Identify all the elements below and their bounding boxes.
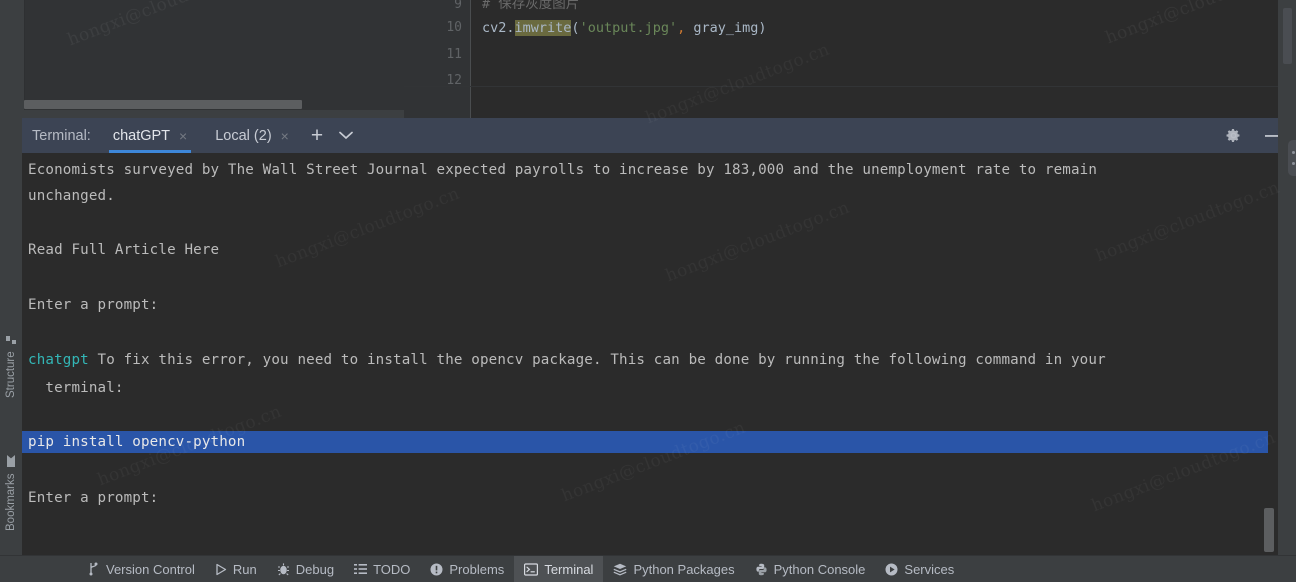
status-item-python-console[interactable]: Python Console <box>745 556 876 582</box>
ide-window: 9 10 11 12 # 保存灰度图片 cv2.imwrite('output.… <box>0 0 1296 582</box>
gear-icon[interactable] <box>1225 127 1242 144</box>
code-token-string: 'output.jpg' <box>579 20 678 36</box>
terminal-icon <box>524 562 539 576</box>
terminal-tab-chatgpt[interactable]: chatGPT × <box>107 118 193 153</box>
status-item-label: Services <box>904 561 955 577</box>
sidebar-item-bookmarks[interactable]: Bookmarks <box>0 438 22 548</box>
line-number: 11 <box>446 47 462 62</box>
terminal-prompt-line: Enter a prompt: <box>28 297 159 313</box>
line-number: 9 <box>454 0 462 12</box>
terminal-line-link: Read Full Article Here <box>28 242 220 258</box>
terminal-tab-local[interactable]: Local (2) × <box>209 118 295 153</box>
terminal-panel-label: Terminal: <box>32 127 91 144</box>
status-item-problems[interactable]: Problems <box>420 556 514 582</box>
add-terminal-icon[interactable]: + <box>311 125 323 146</box>
code-token-object: cv2. <box>482 20 515 36</box>
status-item-services[interactable]: Services <box>875 556 964 582</box>
status-item-label: Python Packages <box>633 561 735 577</box>
status-item-todo[interactable]: TODO <box>344 556 420 582</box>
terminal-prompt-line: Enter a prompt: <box>28 490 159 506</box>
status-item-label: Version Control <box>106 561 195 577</box>
chatgpt-response-text: To fix this error, you need to install t… <box>88 352 1106 368</box>
terminal-tab-label: Local (2) <box>215 127 272 144</box>
close-icon[interactable]: × <box>179 129 187 143</box>
structure-icon <box>6 334 17 345</box>
terminal-chatgpt-response: chatgpt To fix this error, you need to i… <box>28 351 1106 369</box>
warning-icon <box>430 563 443 576</box>
status-item-label: Debug <box>295 561 335 577</box>
status-item-label: Python Console <box>773 561 866 577</box>
stack-icon <box>613 563 627 576</box>
close-icon[interactable]: × <box>281 129 289 143</box>
right-panel-handle[interactable] <box>1288 140 1296 176</box>
list-icon <box>354 563 368 575</box>
editor-left-strip <box>0 0 24 118</box>
chevron-down-icon[interactable] <box>339 129 353 142</box>
status-item-label: TODO <box>373 561 411 577</box>
bookmarks-label: Bookmarks <box>5 473 17 531</box>
terminal-line: Economists surveyed by The Wall Street J… <box>28 162 1098 178</box>
terminal-line: terminal: <box>28 380 124 396</box>
status-item-python-packages[interactable]: Python Packages <box>603 556 744 582</box>
status-bar: Version Control Run Debug TODO Problems <box>0 555 1296 582</box>
bug-icon <box>277 562 290 576</box>
selected-command-text: pip install opencv-python <box>28 434 246 450</box>
status-item-label: Terminal <box>544 561 594 577</box>
status-item-label: Run <box>232 561 257 577</box>
structure-label: Structure <box>5 351 17 398</box>
status-item-terminal[interactable]: Terminal <box>514 556 604 582</box>
code-line-comment: # 保存灰度图片 <box>482 0 580 12</box>
sidebar-item-structure[interactable]: Structure <box>0 318 22 414</box>
line-number: 10 <box>446 20 462 35</box>
status-item-label: Problems <box>449 561 505 577</box>
editor-region: 9 10 11 12 # 保存灰度图片 cv2.imwrite('output.… <box>0 0 1296 118</box>
editor-divider <box>404 86 1278 87</box>
status-item-version-control[interactable]: Version Control <box>78 556 205 582</box>
code-token-paren-open: ( <box>571 20 580 36</box>
code-editor[interactable]: 9 10 11 12 # 保存灰度图片 cv2.imwrite('output.… <box>404 0 1278 118</box>
terminal-line: unchanged. <box>28 188 115 204</box>
terminal-selected-command[interactable]: pip install opencv-python <box>22 431 1268 453</box>
terminal-tabbar: Terminal: chatGPT × Local (2) × + <box>22 118 1296 153</box>
python-icon <box>755 563 768 576</box>
terminal-right-gutter <box>1278 118 1296 555</box>
code-line-imwrite: cv2.imwrite('output.jpg', gray_img) <box>482 20 767 36</box>
code-token-function: imwrite <box>514 20 572 36</box>
code-token-paren-close: ) <box>758 20 767 36</box>
status-item-debug[interactable]: Debug <box>267 556 344 582</box>
status-item-run[interactable]: Run <box>205 556 267 582</box>
terminal-tab-label: chatGPT <box>112 127 171 144</box>
play-icon <box>215 563 227 576</box>
project-pane[interactable] <box>24 0 405 110</box>
code-token-argument: gray_img <box>685 20 759 36</box>
branch-icon <box>88 562 100 576</box>
editor-vertical-scrollbar[interactable] <box>1283 8 1292 64</box>
project-pane-horizontal-scrollbar[interactable] <box>24 100 302 109</box>
terminal-output[interactable]: Economists surveyed by The Wall Street J… <box>22 153 1278 555</box>
bookmark-icon <box>6 455 16 468</box>
chatgpt-label: chatgpt <box>28 352 89 368</box>
services-icon <box>885 563 898 576</box>
terminal-vertical-scrollbar[interactable] <box>1264 508 1274 552</box>
editor-gutter: 9 10 11 12 <box>404 0 471 118</box>
left-tool-strip: Structure Bookmarks <box>0 118 22 555</box>
